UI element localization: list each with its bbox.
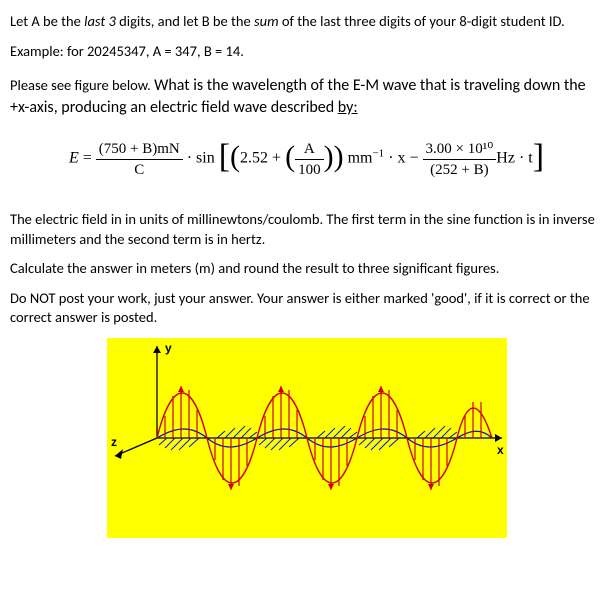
- eqn-frac2-num: A: [295, 139, 324, 160]
- note-calc: Calculate the answer in meters (m) and r…: [10, 259, 603, 279]
- axis-z-label: z: [111, 435, 117, 449]
- question-by: by:: [338, 98, 358, 117]
- eqn-frac1-den: C: [96, 160, 183, 180]
- eqn-frac3-num: 3.00 × 10¹⁰: [423, 139, 497, 160]
- eqn-sup: −1: [372, 148, 384, 160]
- paren2-close-icon: ): [324, 137, 334, 178]
- intro-example: Example: for 20245347, A = 347, B = 14.: [10, 42, 603, 62]
- bracket-open-icon: [: [219, 134, 230, 180]
- axis-y-label: y: [165, 341, 172, 355]
- eqn-E: E: [69, 150, 79, 167]
- eqn-frac2: A100: [295, 139, 324, 181]
- em-wave-figure: y z x: [107, 338, 507, 544]
- eqn-frac3-den: (252 + B): [423, 160, 497, 180]
- intro-last3: last 3: [84, 12, 116, 30]
- intro-text3: of the last three digits of your 8-digit…: [279, 12, 565, 30]
- axis-x-label: x: [497, 443, 504, 457]
- intro-sum: sum: [254, 12, 279, 30]
- note-submit: Do NOT post your work, just your answer.…: [10, 289, 603, 328]
- question-block: Please see figure below. What is the wav…: [10, 75, 603, 118]
- eqn-sin: sin: [196, 150, 215, 167]
- bracket-close-icon: ]: [533, 134, 544, 180]
- paren2-open-icon: (: [285, 137, 295, 178]
- eqn-frac3: 3.00 × 10¹⁰ (252 + B): [423, 139, 497, 181]
- question-lead: Please see figure below.: [10, 76, 154, 94]
- equation: E = (750 + B)mN C · sin [(2.52 + (A100))…: [10, 136, 603, 182]
- eqn-mm: mm: [344, 150, 373, 167]
- eqn-frac1-num: (750 + B)mN: [96, 139, 183, 160]
- eqn-dotx: · x −: [384, 150, 422, 167]
- intro-text2: digits, and let B be the: [116, 12, 254, 30]
- eqn-dot1: ·: [187, 150, 196, 167]
- eqn-k1: 2.52 +: [240, 150, 285, 167]
- paren-close-icon: ): [334, 137, 344, 178]
- eqn-frac1: (750 + B)mN C: [96, 139, 183, 181]
- paren-open-icon: (: [230, 137, 240, 178]
- eqn-frac2-den: 100: [295, 160, 324, 180]
- intro-text: Let A be the: [10, 12, 84, 30]
- intro-line1: Let A be the last 3 digits, and let B be…: [10, 12, 603, 32]
- note-units: The electric field in in units of millin…: [10, 210, 603, 249]
- eqn-hz: Hz · t: [496, 150, 532, 167]
- eqn-eq: =: [79, 150, 96, 167]
